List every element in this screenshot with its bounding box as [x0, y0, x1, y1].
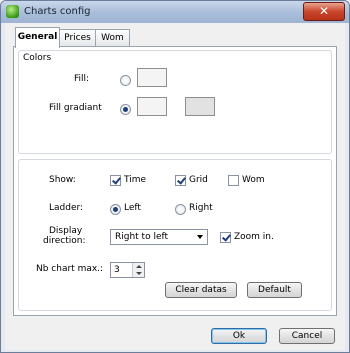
- window-title: Charts config: [24, 6, 91, 17]
- display-direction-label-line1: Display: [49, 226, 83, 236]
- colors-group-title: Colors: [23, 53, 52, 63]
- show-time-label[interactable]: Time: [124, 175, 146, 185]
- show-grid-label[interactable]: Grid: [189, 175, 208, 185]
- cancel-button[interactable]: Cancel: [279, 328, 335, 344]
- display-direction-select[interactable]: Right to left: [110, 229, 208, 245]
- ladder-label: Ladder:: [49, 203, 84, 213]
- app-icon: [6, 5, 19, 18]
- fill-radio[interactable]: [120, 75, 131, 86]
- show-grid-checkbox[interactable]: [175, 175, 186, 186]
- tab-wom[interactable]: Wom: [95, 29, 130, 47]
- ladder-left-label[interactable]: Left: [124, 203, 141, 213]
- show-wom-label[interactable]: Wom: [242, 175, 265, 185]
- fill-label: Fill:: [74, 74, 90, 84]
- show-label: Show:: [49, 175, 76, 185]
- close-button[interactable]: ✕: [303, 2, 345, 21]
- fill-gradiant-radio[interactable]: [120, 104, 131, 115]
- show-wom-checkbox[interactable]: [228, 175, 239, 186]
- default-button[interactable]: Default: [247, 282, 302, 298]
- zoom-in-checkbox[interactable]: [220, 232, 231, 243]
- tab-prices[interactable]: Prices: [59, 29, 96, 47]
- chevron-down-icon: [197, 235, 203, 239]
- fill-color-swatch[interactable]: [137, 68, 167, 87]
- colors-group: Colors Fill: Fill gradiant: [18, 50, 332, 154]
- gradiant-color-swatch-2[interactable]: [185, 97, 215, 116]
- zoom-in-label[interactable]: Zoom in.: [234, 232, 274, 242]
- spin-down-icon[interactable]: [136, 272, 142, 275]
- display-direction-value: Right to left: [115, 232, 169, 242]
- ladder-right-label[interactable]: Right: [189, 203, 213, 213]
- title-bar[interactable]: Charts config ✕: [1, 1, 349, 23]
- nb-chart-max-value: 3: [114, 265, 120, 275]
- dialog-client: General Prices Wom Colors Fill: Fill gra…: [5, 23, 345, 350]
- display-direction-label-line2: direction:: [43, 236, 86, 246]
- nb-chart-max-label: Nb chart max.:: [36, 264, 104, 274]
- tab-general[interactable]: General: [15, 27, 60, 48]
- gradiant-color-swatch-1[interactable]: [137, 97, 167, 116]
- spinner-buttons[interactable]: [132, 263, 144, 277]
- nb-chart-max-spinner[interactable]: 3: [110, 262, 145, 278]
- ladder-right-radio[interactable]: [175, 204, 186, 215]
- clear-datas-button[interactable]: Clear datas: [165, 282, 237, 298]
- ladder-left-radio[interactable]: [110, 204, 121, 215]
- show-time-checkbox[interactable]: [110, 175, 121, 186]
- fill-gradiant-label: Fill gradiant: [49, 103, 102, 113]
- charts-config-window: Charts config ✕ General Prices Wom Color…: [0, 0, 350, 353]
- general-tab-panel: Colors Fill: Fill gradiant Show: Time Gr…: [13, 46, 337, 316]
- ok-button[interactable]: Ok: [211, 328, 267, 344]
- spin-up-icon[interactable]: [136, 265, 142, 268]
